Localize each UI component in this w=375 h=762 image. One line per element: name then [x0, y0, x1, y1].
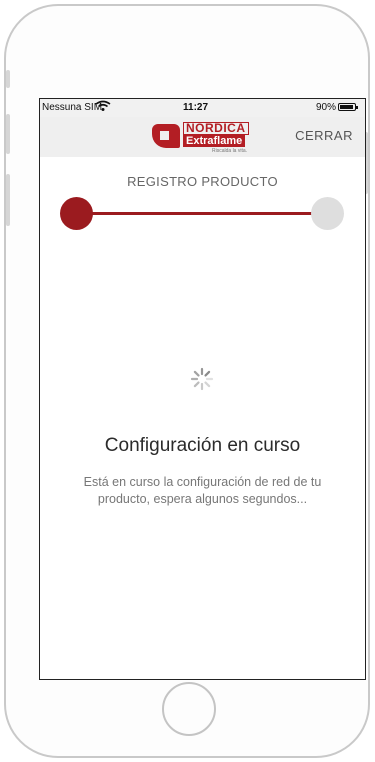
- spinner-spoke: [204, 381, 211, 388]
- volume-down-button: [6, 174, 10, 226]
- spinner-spoke: [204, 370, 211, 377]
- status-message: Está en curso la configuración de red de…: [83, 475, 322, 506]
- phone-frame: Nessuna SIM 11:27 90% NORDICA Extraflame: [4, 4, 370, 758]
- spinner-spoke: [193, 381, 200, 388]
- logo-tagline: Riscalda la vita.: [212, 148, 248, 154]
- logo-brand-nordica: NORDICA: [183, 122, 249, 135]
- progress-step-start: [60, 197, 93, 230]
- home-button[interactable]: [162, 682, 216, 736]
- loading-spinner-icon: [190, 367, 214, 391]
- app-header: NORDICA Extraflame Riscalda la vita. CER…: [40, 117, 365, 157]
- logo-mark-icon: [152, 124, 180, 148]
- battery-percent: 90%: [316, 102, 337, 113]
- battery-icon: [338, 103, 358, 111]
- registration-progress: [60, 197, 344, 231]
- logo-brand-extraflame: Extraflame: [183, 135, 246, 147]
- carrier-label: Nessuna SIM: [42, 102, 103, 113]
- spinner-spoke: [193, 370, 200, 377]
- screen: Nessuna SIM 11:27 90% NORDICA Extraflame: [39, 98, 366, 680]
- progress-step-end: [311, 197, 344, 230]
- volume-up-button: [6, 114, 10, 154]
- mute-switch: [6, 70, 10, 88]
- brand-logo: NORDICA Extraflame Riscalda la vita.: [152, 120, 264, 154]
- step-title: REGISTRO PRODUCTO: [127, 174, 278, 189]
- clock: 11:27: [183, 102, 209, 113]
- wifi-icon: [95, 100, 111, 115]
- close-button[interactable]: CERRAR: [295, 128, 353, 143]
- progress-line: [74, 212, 330, 215]
- status-headline: Configuración en curso: [104, 435, 301, 456]
- status-bar: Nessuna SIM 11:27 90%: [40, 99, 365, 117]
